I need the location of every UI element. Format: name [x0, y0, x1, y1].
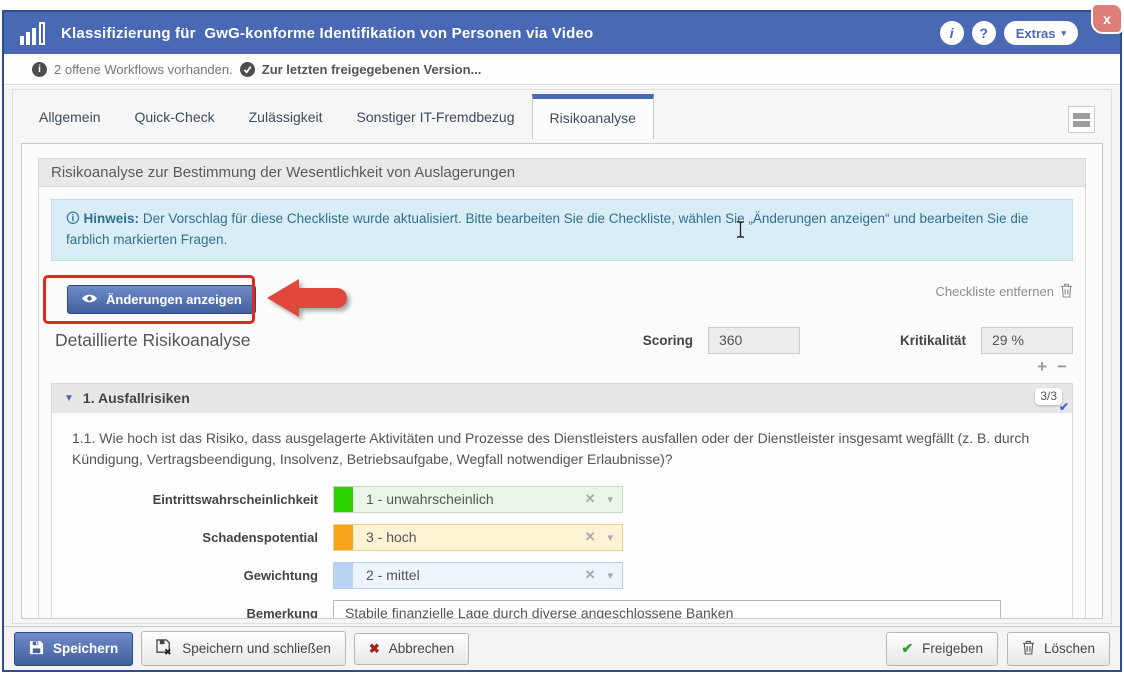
risk-analysis-section: Risikoanalyse zur Bestimmung der Wesentl… — [38, 158, 1086, 619]
hint-text: Der Vorschlag für diese Checkliste wurde… — [66, 211, 1028, 247]
show-changes-button[interactable]: Änderungen anzeigen — [67, 285, 256, 314]
cancel-button[interactable]: ✖ Abbrechen — [354, 633, 469, 665]
chevron-down-icon[interactable]: ▾ — [607, 493, 613, 506]
bar-chart-icon — [20, 22, 47, 45]
minus-icon[interactable]: − — [1057, 358, 1067, 375]
check-icon: ✔ — [901, 640, 913, 657]
app-window: Klassifizierung für GwG-konforme Identif… — [2, 10, 1122, 672]
scoring-label: Scoring — [643, 333, 693, 348]
last-version-link[interactable]: Zur letzten freigegebenen Version... — [262, 62, 482, 77]
orange-swatch — [334, 525, 353, 550]
weight-label: Gewichtung — [70, 568, 333, 583]
changes-row: Änderungen anzeigen Checkliste entfernen — [51, 281, 1073, 327]
floppy-close-icon — [156, 639, 173, 658]
trash-icon — [1022, 640, 1035, 658]
chevron-down-icon[interactable]: ▾ — [607, 531, 613, 544]
probability-select[interactable]: 1 - unwahrscheinlich ✕ ▾ — [333, 486, 623, 513]
footer-right-group: ✔ Freigeben Löschen — [886, 632, 1110, 666]
clear-icon[interactable]: ✕ — [585, 529, 596, 545]
extras-button[interactable]: Extras ▾ — [1004, 21, 1078, 45]
x-icon: ✖ — [369, 641, 380, 657]
close-icon[interactable]: x — [1091, 3, 1123, 34]
damage-select[interactable]: 3 - hoch ✕ ▾ — [333, 524, 623, 551]
tab-bar: Allgemein Quick-Check Zulässigkeit Sonst… — [22, 94, 654, 138]
field-row-remark: Bemerkung — [70, 600, 1054, 619]
chevron-down-icon: ▾ — [1061, 28, 1066, 39]
group-header[interactable]: ▼ 1. Ausfallrisiken 3/3 ✔ — [52, 384, 1072, 413]
hint-info-icon: 🛈 — [66, 211, 80, 226]
field-row-damage: Schadenspotential 3 - hoch ✕ ▾ — [70, 524, 1054, 551]
field-row-weight: Gewichtung 2 - mittel ✕ ▾ — [70, 562, 1054, 589]
info-icon[interactable]: i — [940, 21, 964, 45]
chevron-down-icon[interactable]: ▾ — [607, 569, 613, 582]
score-group: Scoring Kritikalität — [643, 327, 1073, 354]
tab-allgemein[interactable]: Allgemein — [22, 94, 117, 138]
workflow-bar: i 2 offene Workflows vorhanden. Zur letz… — [4, 54, 1120, 85]
badge-check-icon: ✔ — [1059, 400, 1069, 414]
tab-risikoanalyse[interactable]: Risikoanalyse — [532, 94, 654, 139]
main-area: Allgemein Quick-Check Zulässigkeit Sonst… — [4, 86, 1120, 626]
remark-input[interactable] — [333, 600, 1001, 619]
clear-icon[interactable]: ✕ — [585, 491, 596, 507]
release-button[interactable]: ✔ Freigeben — [886, 632, 998, 666]
risk-group-1: ▼ 1. Ausfallrisiken 3/3 ✔ 1.1. Wie hoch … — [51, 383, 1073, 619]
probability-label: Eintrittswahrscheinlichkeit — [70, 492, 333, 507]
section-body: 🛈 Hinweis: Der Vorschlag für diese Check… — [39, 187, 1085, 619]
blue-swatch — [334, 563, 353, 588]
remove-checklist-link[interactable]: Checkliste entfernen — [935, 283, 1073, 301]
analysis-heading-row: Detaillierte Risikoanalyse Scoring Kriti… — [51, 327, 1073, 354]
tab-zulaessigkeit[interactable]: Zulässigkeit — [232, 94, 340, 138]
annotation-arrow — [267, 279, 351, 317]
tab-sonstiger-it-fremdbezug[interactable]: Sonstiger IT-Fremdbezug — [340, 94, 532, 138]
question-text: 1.1. Wie hoch ist das Risiko, dass ausge… — [72, 428, 1054, 470]
group-title: 1. Ausfallrisiken — [83, 390, 190, 406]
footer-toolbar: Speichern Speichern und schließen ✖ Abbr… — [4, 626, 1120, 670]
hint-label: Hinweis: — [84, 211, 140, 226]
eye-icon — [81, 292, 98, 307]
screenshot: Klassifizierung für GwG-konforme Identif… — [0, 0, 1124, 674]
section-title: Risikoanalyse zur Bestimmung der Wesentl… — [39, 159, 1085, 187]
field-row-probability: Eintrittswahrscheinlichkeit 1 - unwahrsc… — [70, 486, 1054, 513]
floppy-icon — [29, 640, 44, 658]
weight-select[interactable]: 2 - mittel ✕ ▾ — [333, 562, 623, 589]
remark-label: Bemerkung — [70, 606, 333, 619]
trash-icon — [1060, 283, 1073, 301]
caret-down-icon[interactable]: ▼ — [64, 393, 74, 404]
save-button[interactable]: Speichern — [14, 632, 133, 666]
titlebar-actions: i ? Extras ▾ — [940, 21, 1078, 45]
help-icon[interactable]: ? — [972, 21, 996, 45]
workflow-message: 2 offene Workflows vorhanden. — [54, 62, 233, 77]
workflow-info-icon: i — [32, 62, 47, 77]
clear-icon[interactable]: ✕ — [585, 567, 596, 583]
criticality-label: Kritikalität — [900, 333, 966, 348]
extras-label: Extras — [1016, 26, 1056, 41]
damage-label: Schadenspotential — [70, 530, 333, 545]
save-and-close-button[interactable]: Speichern und schließen — [141, 631, 346, 666]
expand-collapse-controls: + − — [51, 354, 1073, 379]
delete-button[interactable]: Löschen — [1007, 632, 1110, 666]
titlebar: Klassifizierung für GwG-konforme Identif… — [4, 12, 1120, 54]
group-body: 1.1. Wie hoch ist das Risiko, dass ausge… — [52, 413, 1072, 619]
analysis-heading: Detaillierte Risikoanalyse — [55, 330, 251, 351]
check-circle-icon — [240, 62, 255, 77]
criticality-field[interactable] — [981, 327, 1073, 354]
layout-toggle-icon[interactable] — [1068, 106, 1095, 133]
hint-box: 🛈 Hinweis: Der Vorschlag für diese Check… — [51, 199, 1073, 261]
tab-panel: Risikoanalyse zur Bestimmung der Wesentl… — [21, 143, 1103, 619]
plus-icon[interactable]: + — [1037, 358, 1047, 375]
green-swatch — [334, 487, 353, 512]
tab-quick-check[interactable]: Quick-Check — [117, 94, 231, 138]
scoring-field[interactable] — [708, 327, 800, 354]
page-title: Klassifizierung für GwG-konforme Identif… — [61, 25, 593, 42]
